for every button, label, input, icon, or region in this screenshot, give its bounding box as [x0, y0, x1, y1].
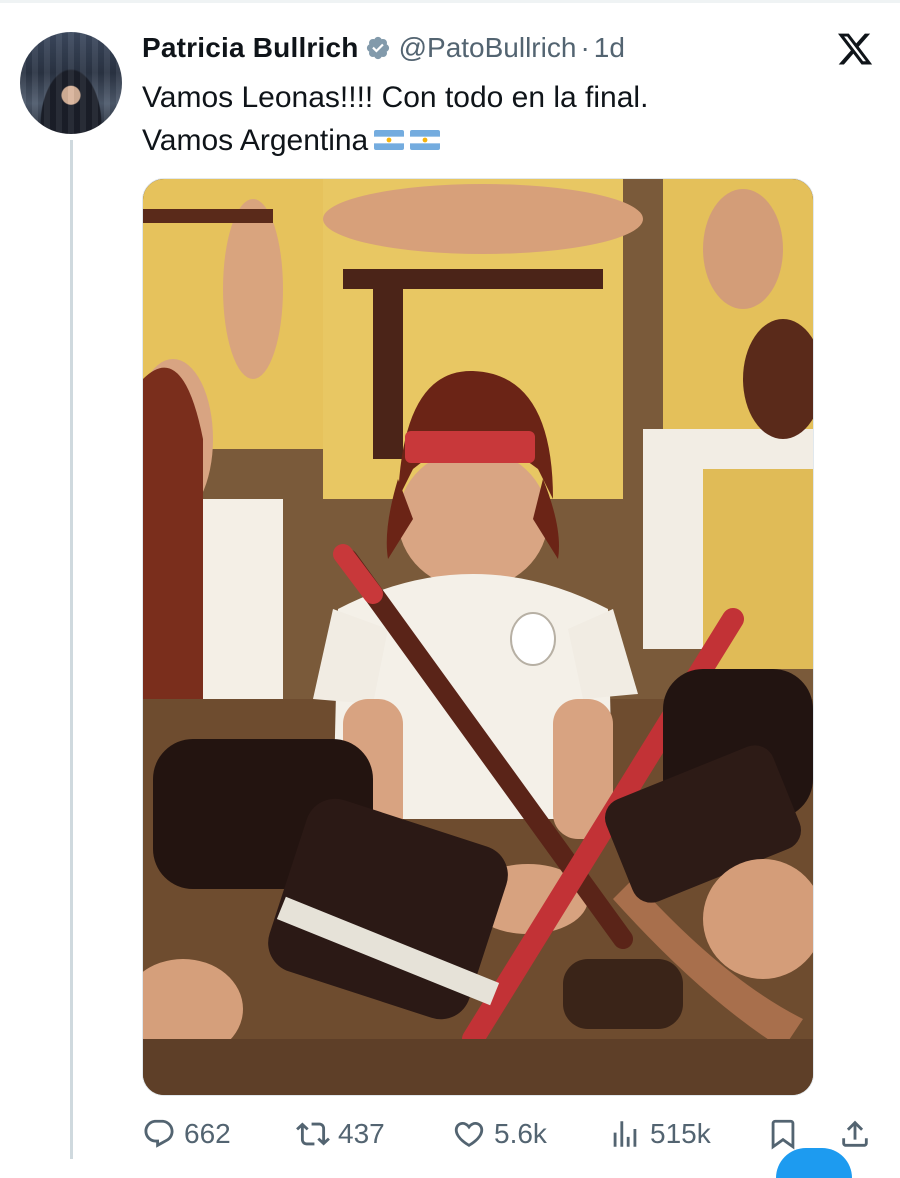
tweet-header: Patricia Bullrich @PatoBullrich · 1d — [142, 28, 625, 68]
author-display-name[interactable]: Patricia Bullrich — [142, 32, 359, 64]
tweet-media-photo[interactable] — [142, 178, 814, 1096]
tweet-text-line-2-text: Vamos Argentina — [142, 124, 369, 157]
like-button[interactable]: 5.6k — [452, 1112, 547, 1156]
retweet-count: 437 — [338, 1118, 385, 1149]
argentina-flag-icon — [374, 130, 405, 151]
tweet-timestamp[interactable]: 1d — [594, 32, 625, 64]
tweet-text-line-2: Vamos Argentina — [142, 119, 648, 162]
reply-icon — [144, 1119, 174, 1148]
reply-count: 662 — [184, 1118, 231, 1149]
views-icon — [613, 1121, 637, 1147]
retweet-button[interactable]: 437 — [296, 1112, 385, 1156]
reply-button[interactable]: 662 — [142, 1112, 231, 1156]
share-button[interactable] — [838, 1112, 880, 1156]
header-separator: · — [580, 32, 590, 63]
thread-connector-line — [70, 140, 73, 1159]
verified-badge-icon — [366, 36, 389, 60]
top-divider — [0, 0, 900, 3]
tweet-action-bar: 662 437 5.6k 515k — [142, 1112, 882, 1156]
retweet-icon — [296, 1122, 330, 1146]
avatar[interactable] — [20, 32, 122, 134]
tweet-text: Vamos Leonas!!!! Con todo en la final. V… — [142, 76, 648, 162]
photo-illustration — [143, 179, 813, 1095]
argentina-flag-icon — [410, 130, 441, 151]
heart-icon — [454, 1121, 484, 1147]
tweet-text-line-1: Vamos Leonas!!!! Con todo en la final. — [142, 81, 649, 114]
share-icon — [842, 1120, 868, 1147]
author-handle[interactable]: @PatoBullrich — [399, 32, 577, 64]
views-button[interactable]: 515k — [608, 1112, 711, 1156]
like-count: 5.6k — [494, 1118, 547, 1149]
x-logo-icon — [837, 33, 873, 65]
views-count: 515k — [650, 1118, 711, 1149]
bookmark-icon — [771, 1119, 795, 1150]
